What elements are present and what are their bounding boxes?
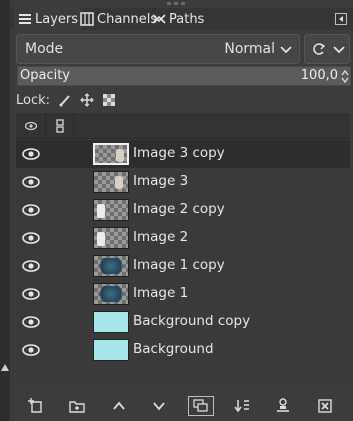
layer-row[interactable]: Image 2 <box>16 224 350 252</box>
visibility-eye-icon[interactable] <box>22 232 40 244</box>
layer-row[interactable]: Background <box>16 336 350 364</box>
channels-icon <box>80 12 94 26</box>
layers-list: Image 3 copy Image 3 Image 2 copy Image 2 Im… <box>16 113 350 383</box>
layer-row[interactable]: Image 1 <box>16 280 350 308</box>
dock-edge-strip <box>0 0 10 421</box>
visibility-eye-icon[interactable] <box>22 344 40 356</box>
tab-menu-button[interactable] <box>335 13 347 25</box>
layers-list-header <box>16 113 350 139</box>
new-layer-icon <box>28 398 42 413</box>
visibility-eye-icon[interactable] <box>22 148 40 160</box>
chevron-down-icon <box>333 46 345 54</box>
layer-name[interactable]: Image 1 <box>133 285 188 301</box>
delete-layer-icon <box>318 399 332 413</box>
opacity-label: Opacity <box>20 68 71 83</box>
collapse-arrow-icon[interactable] <box>1 364 9 371</box>
merge-down-icon <box>234 400 249 413</box>
new-group-icon <box>69 401 85 413</box>
layer-name[interactable]: Image 3 <box>133 173 188 189</box>
visibility-eye-icon[interactable] <box>22 204 40 216</box>
layer-name[interactable]: Image 3 copy <box>133 145 225 161</box>
layer-thumbnail <box>93 339 129 361</box>
raise-layer-button[interactable] <box>108 396 130 416</box>
layer-thumbnail <box>93 171 129 193</box>
visibility-eye-icon[interactable] <box>22 316 40 328</box>
tab-layers[interactable]: Layers <box>14 8 83 30</box>
mode-value: Normal <box>224 41 275 57</box>
tab-paths-label: Paths <box>169 11 205 27</box>
brush-lock-icon[interactable] <box>58 93 72 107</box>
opacity-value: 100,0 <box>300 68 338 83</box>
new-group-button[interactable] <box>66 396 88 416</box>
layers-bottom-toolbar <box>10 392 353 421</box>
layer-row[interactable]: Image 3 copy <box>16 140 350 168</box>
visibility-eye-icon[interactable] <box>22 288 40 300</box>
move-lock-icon[interactable] <box>80 93 94 107</box>
composite-mode-button[interactable] <box>304 34 350 64</box>
layer-name[interactable]: Image 2 <box>133 229 188 245</box>
tab-paths[interactable]: Paths <box>148 8 208 30</box>
layer-thumbnail <box>93 199 129 221</box>
paths-icon <box>152 14 166 24</box>
duplicate-layer-button[interactable] <box>188 396 214 416</box>
anchor-mask-icon <box>277 398 289 412</box>
chain-link-icon <box>56 119 64 133</box>
new-layer-button[interactable] <box>25 396 47 416</box>
alpha-lock-icon[interactable] <box>102 93 116 107</box>
layer-thumbnail <box>93 311 129 333</box>
lock-label: Lock: <box>16 92 51 108</box>
layer-name[interactable]: Background copy <box>133 313 250 329</box>
chevron-down-icon <box>280 46 292 54</box>
mode-select[interactable]: Mode Normal <box>16 34 300 64</box>
layer-row[interactable]: Image 3 <box>16 168 350 196</box>
reset-mode-icon <box>313 43 326 55</box>
layer-thumbnail <box>93 227 129 249</box>
visibility-eye-icon[interactable] <box>22 260 40 272</box>
visibility-column-header[interactable] <box>16 113 46 139</box>
layer-thumbnail <box>93 283 129 305</box>
delete-layer-button[interactable] <box>314 396 336 416</box>
link-column-header[interactable] <box>46 113 74 139</box>
layer-name[interactable]: Image 2 copy <box>133 201 225 217</box>
layer-row[interactable]: Background copy <box>16 308 350 336</box>
layer-thumbnail <box>93 255 129 277</box>
dock-tab-bar: Layers Channels Paths <box>10 8 353 30</box>
duplicate-layer-icon <box>193 399 208 412</box>
lock-row: Lock: <box>16 90 116 110</box>
layer-thumbnail <box>93 143 129 165</box>
visibility-eye-icon <box>25 121 37 131</box>
opacity-slider[interactable]: Opacity 100,0 <box>17 66 351 86</box>
tab-layers-label: Layers <box>35 11 79 27</box>
merge-down-button[interactable] <box>231 396 253 416</box>
layers-icon <box>19 14 31 24</box>
layer-row[interactable]: Image 1 copy <box>16 252 350 280</box>
raise-layer-icon <box>113 401 125 410</box>
layer-name[interactable]: Image 1 copy <box>133 257 225 273</box>
mode-label: Mode <box>25 41 64 57</box>
dock-grip-handle[interactable] <box>167 2 191 6</box>
layer-name[interactable]: Background <box>133 341 214 357</box>
lower-layer-icon <box>153 402 165 411</box>
lower-layer-button[interactable] <box>148 396 170 416</box>
spin-arrows-icon[interactable] <box>341 69 349 84</box>
anchor-mask-button[interactable] <box>272 396 294 416</box>
layer-row[interactable]: Image 2 copy <box>16 196 350 224</box>
visibility-eye-icon[interactable] <box>22 176 40 188</box>
